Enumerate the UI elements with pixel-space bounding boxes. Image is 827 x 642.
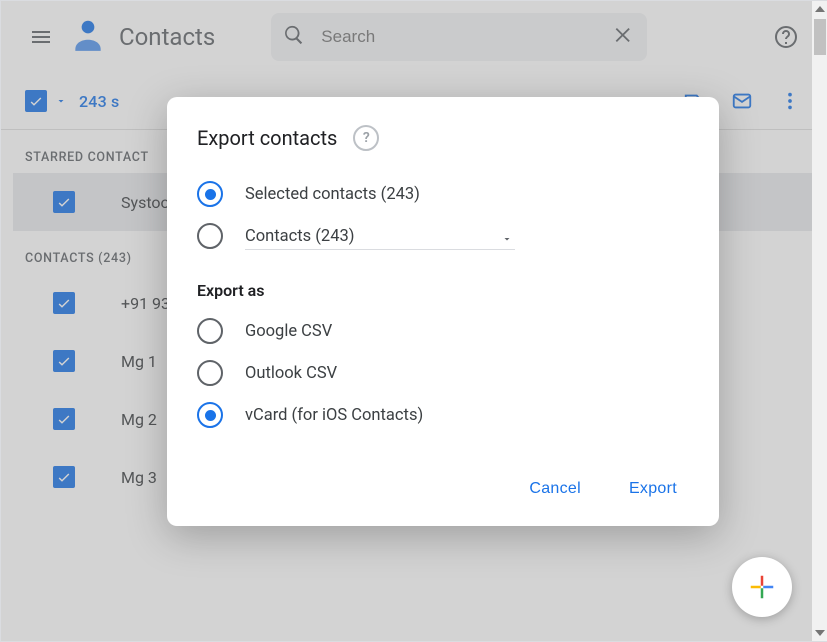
radio-google-csv[interactable]: Google CSV — [197, 310, 689, 352]
dialog-help-button[interactable]: ? — [353, 125, 379, 151]
export-as-heading: Export as — [197, 281, 689, 300]
radio-label: Outlook CSV — [245, 364, 337, 383]
radio-label: Google CSV — [245, 322, 332, 341]
export-button[interactable]: Export — [623, 472, 683, 506]
radio-all-contacts[interactable]: Contacts (243) — [197, 215, 689, 257]
radio-selected-contacts[interactable]: Selected contacts (243) — [197, 173, 689, 215]
scrollbar[interactable] — [812, 1, 827, 641]
help-icon: ? — [363, 130, 370, 146]
radio-icon — [197, 181, 223, 207]
radio-label: Selected contacts (243) — [245, 185, 420, 204]
radio-icon — [197, 318, 223, 344]
select-value: Contacts (243) — [245, 227, 355, 246]
create-contact-fab[interactable] — [732, 557, 792, 617]
radio-icon — [197, 360, 223, 386]
radio-label: vCard (for iOS Contacts) — [245, 406, 423, 425]
scroll-down-icon[interactable] — [815, 630, 825, 636]
radio-outlook-csv[interactable]: Outlook CSV — [197, 352, 689, 394]
dialog-title: Export contacts — [197, 126, 337, 150]
plus-icon — [747, 572, 777, 602]
cancel-button[interactable]: Cancel — [523, 472, 587, 506]
radio-icon — [197, 223, 223, 249]
export-dialog: Export contacts ? Selected contacts (243… — [167, 97, 719, 526]
radio-icon — [197, 402, 223, 428]
contacts-group-select[interactable]: Contacts (243) — [245, 226, 515, 246]
app-viewport: Contacts 243 s — [0, 0, 827, 642]
radio-vcard[interactable]: vCard (for iOS Contacts) — [197, 394, 689, 436]
scroll-up-icon[interactable] — [815, 6, 825, 12]
scrollbar-thumb[interactable] — [814, 19, 826, 55]
caret-down-icon — [501, 230, 513, 249]
